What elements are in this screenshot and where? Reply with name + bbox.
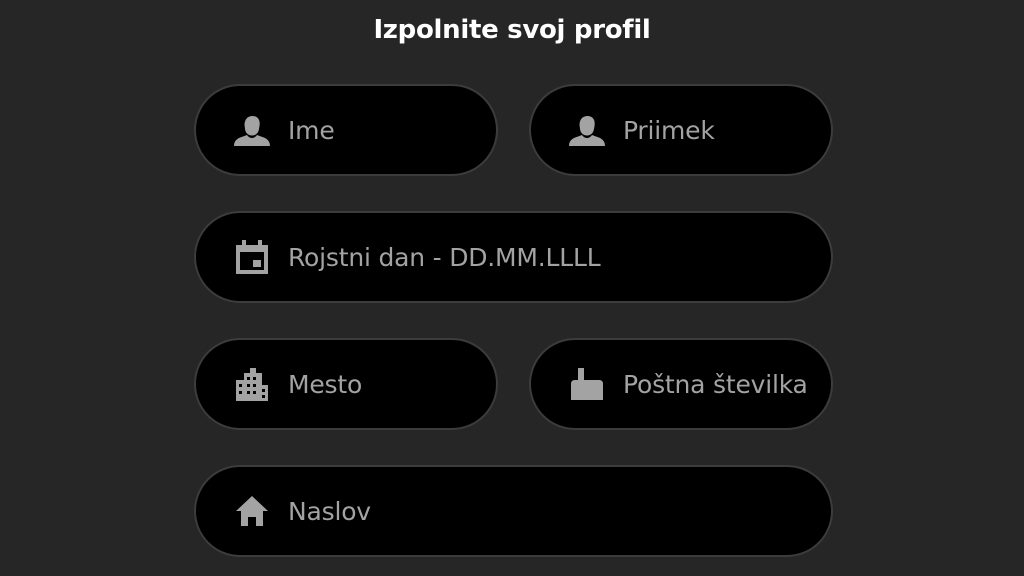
- home-icon: [232, 491, 272, 531]
- birthday-field[interactable]: Rojstni dan - DD.MM.LLLL: [194, 211, 833, 303]
- birthday-placeholder: Rojstni dan - DD.MM.LLLL: [288, 242, 601, 272]
- mailbox-icon: [567, 364, 607, 404]
- address-field[interactable]: Naslov: [194, 465, 833, 557]
- last-name-placeholder: Priimek: [623, 115, 715, 145]
- city-placeholder: Mesto: [288, 369, 363, 399]
- address-placeholder: Naslov: [288, 496, 371, 526]
- first-name-field[interactable]: Ime: [194, 84, 498, 176]
- first-name-placeholder: Ime: [288, 115, 335, 145]
- person-icon: [567, 110, 607, 150]
- postal-code-placeholder: Poštna številka: [623, 369, 808, 399]
- calendar-icon: [232, 237, 272, 277]
- page-title: Izpolnite svoj profil: [373, 15, 651, 45]
- last-name-field[interactable]: Priimek: [529, 84, 833, 176]
- city-icon: [232, 364, 272, 404]
- city-field[interactable]: Mesto: [194, 338, 498, 430]
- postal-code-field[interactable]: Poštna številka: [529, 338, 833, 430]
- person-icon: [232, 110, 272, 150]
- profile-screen: Izpolnite svoj profil Ime Priimek Rojstn…: [0, 0, 1024, 576]
